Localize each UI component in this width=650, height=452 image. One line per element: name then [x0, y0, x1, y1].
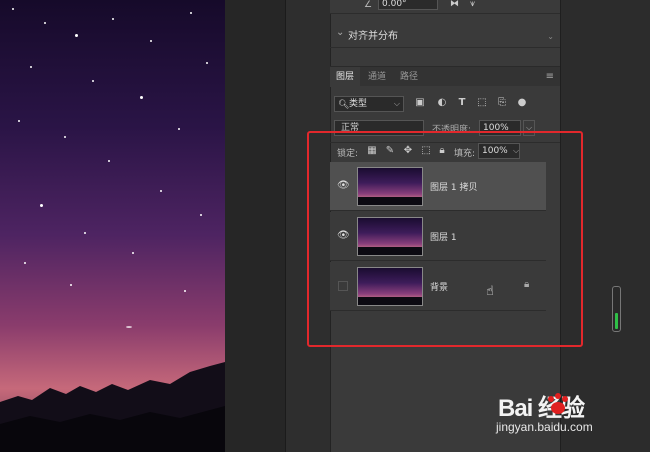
photoshop-window: ∠ 0.00° ⧓ ⩛ ⌄ 对齐并分布 ⌄ 图层 通道 路径 ≡ 🔍︎ 类型 ⌵… [0, 0, 650, 452]
chevron-down-icon: ⌄ [336, 27, 345, 38]
chevron-down-icon: ⌵ [393, 99, 400, 108]
canvas-image[interactable] [0, 0, 225, 452]
panel-scrollbar[interactable] [612, 286, 621, 332]
tab-channels[interactable]: 通道 [362, 67, 392, 87]
watermark-url: jingyan.baidu.com [496, 420, 593, 434]
shape-filter-icon[interactable]: ⬚ [476, 97, 488, 109]
type-filter-icon[interactable]: T [456, 97, 468, 109]
paw-icon [548, 393, 568, 414]
pixel-filter-icon[interactable]: ▣ [414, 97, 426, 109]
mountain-silhouette [0, 362, 225, 452]
watermark-logo: Bai 经验 [498, 395, 585, 422]
tab-paths[interactable]: 路径 [394, 67, 424, 87]
highlight-box [307, 131, 583, 347]
align-section-header[interactable]: ⌄ 对齐并分布 ⌄ [330, 22, 560, 48]
panel-menu-icon[interactable]: ≡ [546, 71, 554, 82]
rotation-input[interactable]: 0.00° [378, 0, 438, 10]
layer-filter-row: 🔍︎ 类型 ⌵ ▣ ◐ T ⬚ ⎘ ● [334, 96, 556, 112]
filter-kind-select[interactable]: 🔍︎ 类型 ⌵ [334, 96, 404, 112]
flip-vertical-icon[interactable]: ⩛ [470, 0, 475, 9]
smart-object-filter-icon[interactable]: ⎘ [496, 97, 508, 109]
tab-layers[interactable]: 图层 [330, 67, 361, 87]
search-icon: 🔍︎ [338, 100, 350, 110]
align-section-title: 对齐并分布 [348, 31, 398, 42]
layers-panel-tabs: 图层 通道 路径 ≡ [330, 66, 560, 87]
filter-toggle-icon[interactable]: ● [516, 97, 528, 109]
more-icon[interactable]: ⌄ [547, 32, 554, 41]
transform-row: ∠ 0.00° ⧓ ⩛ [330, 0, 560, 14]
filter-kind-label: 类型 [349, 99, 368, 109]
flip-horizontal-icon[interactable]: ⧓ [450, 0, 459, 9]
angle-icon: ∠ [364, 0, 373, 10]
workspace-gap [225, 0, 285, 452]
adjustment-filter-icon[interactable]: ◐ [436, 97, 448, 109]
